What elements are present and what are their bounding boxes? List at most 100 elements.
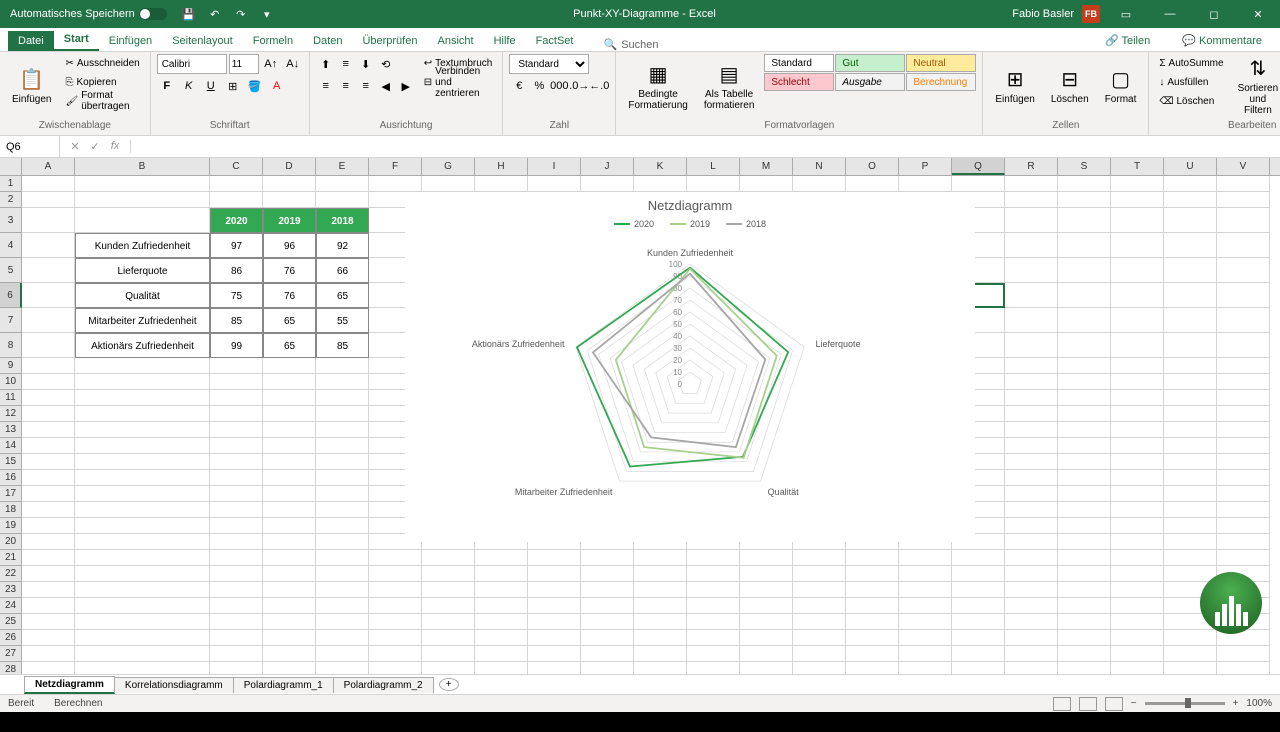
align-top-icon[interactable]: ⬆: [316, 54, 336, 74]
cell[interactable]: [422, 566, 475, 582]
cut-button[interactable]: ✂ Ausschneiden: [61, 54, 143, 72]
cell[interactable]: [1164, 283, 1217, 308]
cell[interactable]: [1164, 333, 1217, 358]
cell[interactable]: [1058, 422, 1111, 438]
cell[interactable]: [210, 646, 263, 662]
copy-button[interactable]: ⎘ Kopieren: [61, 73, 143, 91]
cell[interactable]: [1005, 454, 1058, 470]
cell[interactable]: [793, 566, 846, 582]
font-size-select[interactable]: [229, 54, 259, 74]
cell[interactable]: [210, 486, 263, 502]
tab-einfuegen[interactable]: Einfügen: [99, 31, 162, 51]
cell[interactable]: [1058, 470, 1111, 486]
cell[interactable]: [952, 176, 1005, 192]
cell[interactable]: [422, 550, 475, 566]
cell[interactable]: [316, 422, 369, 438]
cell[interactable]: 99: [210, 333, 263, 358]
cell[interactable]: [1005, 308, 1058, 333]
cell[interactable]: [263, 630, 316, 646]
cell[interactable]: [528, 566, 581, 582]
row-header[interactable]: 17: [0, 486, 22, 502]
cell[interactable]: [22, 502, 75, 518]
zoom-slider[interactable]: [1145, 702, 1225, 705]
cell[interactable]: [75, 550, 210, 566]
row-header[interactable]: 16: [0, 470, 22, 486]
row-header[interactable]: 2: [0, 192, 22, 208]
font-name-select[interactable]: [157, 54, 227, 74]
cell[interactable]: [1058, 502, 1111, 518]
row-header[interactable]: 11: [0, 390, 22, 406]
col-header[interactable]: L: [687, 158, 740, 175]
cell[interactable]: [846, 566, 899, 582]
cell[interactable]: [1111, 582, 1164, 598]
cell[interactable]: [263, 454, 316, 470]
align-right-icon[interactable]: ≡: [356, 76, 376, 96]
cell[interactable]: [581, 646, 634, 662]
cell[interactable]: 65: [263, 333, 316, 358]
col-header[interactable]: F: [369, 158, 422, 175]
cell[interactable]: [1058, 598, 1111, 614]
insert-cells-button[interactable]: ⊞Einfügen: [989, 54, 1040, 118]
cell[interactable]: [75, 438, 210, 454]
cell[interactable]: 96: [263, 233, 316, 258]
enter-formula-icon[interactable]: ✓: [86, 140, 104, 153]
cell[interactable]: [1217, 422, 1270, 438]
cell[interactable]: [687, 614, 740, 630]
cell[interactable]: 97: [210, 233, 263, 258]
cell[interactable]: [581, 662, 634, 674]
cell[interactable]: [1164, 390, 1217, 406]
cell[interactable]: [528, 582, 581, 598]
col-header[interactable]: U: [1164, 158, 1217, 175]
cell[interactable]: [740, 614, 793, 630]
cell[interactable]: [75, 630, 210, 646]
cell[interactable]: [475, 550, 528, 566]
cell[interactable]: [369, 550, 422, 566]
cell[interactable]: [793, 176, 846, 192]
cell[interactable]: [22, 308, 75, 333]
cell[interactable]: [846, 550, 899, 566]
style-ausgabe[interactable]: Ausgabe: [835, 73, 905, 91]
cell[interactable]: [1111, 470, 1164, 486]
style-schlecht[interactable]: Schlecht: [764, 73, 834, 91]
cell[interactable]: [263, 438, 316, 454]
row-header[interactable]: 7: [0, 308, 22, 333]
row-header[interactable]: 14: [0, 438, 22, 454]
bold-icon[interactable]: F: [157, 76, 177, 96]
cell[interactable]: [75, 192, 210, 208]
cell[interactable]: [210, 358, 263, 374]
cell[interactable]: [634, 566, 687, 582]
cell[interactable]: [1058, 454, 1111, 470]
cell[interactable]: [1164, 630, 1217, 646]
zoom-in-icon[interactable]: +: [1233, 698, 1239, 709]
search-box[interactable]: 🔍 Suchen: [603, 38, 658, 51]
cell[interactable]: [210, 662, 263, 674]
cell[interactable]: [210, 390, 263, 406]
paste-button[interactable]: 📋Einfügen: [6, 54, 57, 118]
cell[interactable]: [316, 662, 369, 674]
cell[interactable]: [1005, 438, 1058, 454]
cell[interactable]: [1217, 176, 1270, 192]
sheet-tab-korrelation[interactable]: Korrelationsdiagramm: [114, 677, 234, 693]
indent-increase-icon[interactable]: ▶: [396, 76, 416, 96]
cell[interactable]: 2020: [210, 208, 263, 233]
cell[interactable]: [369, 630, 422, 646]
cell[interactable]: [263, 486, 316, 502]
cell[interactable]: [75, 454, 210, 470]
format-painter-button[interactable]: 🖌 Format übertragen: [61, 92, 143, 110]
cell[interactable]: [75, 502, 210, 518]
cell[interactable]: [1217, 662, 1270, 674]
cell[interactable]: [899, 566, 952, 582]
cell[interactable]: [263, 646, 316, 662]
row-header[interactable]: 25: [0, 614, 22, 630]
cell[interactable]: [1058, 566, 1111, 582]
cell[interactable]: [952, 550, 1005, 566]
cell[interactable]: [1217, 534, 1270, 550]
cell[interactable]: [1005, 550, 1058, 566]
cell[interactable]: 66: [316, 258, 369, 283]
cell[interactable]: [1164, 258, 1217, 283]
cell[interactable]: Aktionärs Zufriedenheit: [75, 333, 210, 358]
cell[interactable]: [75, 518, 210, 534]
cell[interactable]: [1111, 233, 1164, 258]
cell[interactable]: [1164, 176, 1217, 192]
cell[interactable]: [1005, 208, 1058, 233]
